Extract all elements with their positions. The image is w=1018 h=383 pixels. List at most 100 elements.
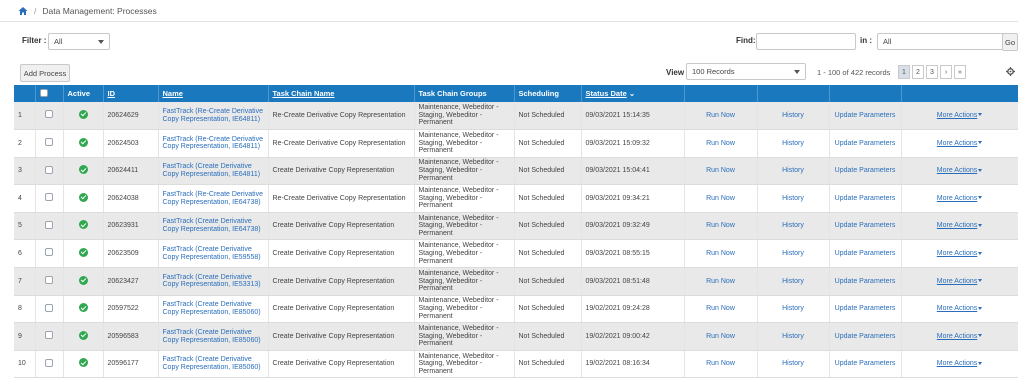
- id-header-link[interactable]: ID: [108, 89, 116, 98]
- row-checkbox[interactable]: [45, 138, 53, 147]
- process-name-link[interactable]: FastTrack (Create Derivative Copy Repres…: [163, 356, 261, 371]
- process-name-link[interactable]: FastTrack (Re-Create Derivative Copy Rep…: [163, 108, 264, 123]
- more-actions-link[interactable]: More Actions: [937, 140, 977, 147]
- update-parameters-link[interactable]: Update Parameters: [835, 140, 896, 147]
- process-name-link[interactable]: FastTrack (Create Derivative Copy Repres…: [163, 274, 261, 289]
- process-id: 20623427: [103, 267, 159, 296]
- update-parameters-link[interactable]: Update Parameters: [835, 222, 896, 229]
- history-cell: History: [757, 267, 830, 296]
- chevron-down-icon: [978, 223, 983, 227]
- history-link[interactable]: History: [782, 278, 804, 285]
- history-link[interactable]: History: [782, 167, 804, 174]
- last-page-button[interactable]: »: [954, 65, 966, 79]
- row-checkbox[interactable]: [45, 165, 53, 174]
- run-now-link[interactable]: Run Now: [706, 167, 735, 174]
- history-link[interactable]: History: [782, 333, 804, 340]
- process-name-link[interactable]: FastTrack (Re-Create Derivative Copy Rep…: [163, 191, 264, 206]
- more-actions-link[interactable]: More Actions: [937, 278, 977, 285]
- find-in-select[interactable]: All: [877, 33, 1016, 50]
- update-parameters-link[interactable]: Update Parameters: [835, 195, 896, 202]
- home-icon[interactable]: [18, 6, 28, 16]
- history-cell: History: [757, 239, 830, 269]
- process-name-cell: FastTrack (Create Derivative Copy Repres…: [158, 322, 269, 351]
- history-link[interactable]: History: [782, 250, 804, 257]
- history-link[interactable]: History: [782, 305, 804, 312]
- page-1-button[interactable]: 1: [898, 65, 910, 79]
- row-checkbox[interactable]: [45, 276, 53, 285]
- task-chain-name-header[interactable]: Task Chain Name: [268, 85, 415, 102]
- filter-select[interactable]: All: [48, 33, 110, 50]
- row-checkbox[interactable]: [45, 331, 53, 340]
- page-2-button[interactable]: 2: [912, 65, 924, 79]
- row-checkbox[interactable]: [45, 358, 53, 367]
- run-now-link[interactable]: Run Now: [706, 305, 735, 312]
- active-check-icon: [78, 192, 88, 202]
- more-actions-cell: More Actions: [901, 184, 1018, 213]
- run-now-link[interactable]: Run Now: [706, 333, 735, 340]
- name-header-link[interactable]: Name: [163, 89, 183, 98]
- run-now-link[interactable]: Run Now: [706, 222, 735, 229]
- row-checkbox[interactable]: [45, 220, 53, 229]
- more-actions-link[interactable]: More Actions: [937, 167, 977, 174]
- task-chain-name-header-link[interactable]: Task Chain Name: [273, 89, 335, 98]
- status-date: 09/03/2021 08:51:48: [581, 267, 685, 296]
- process-name-link[interactable]: FastTrack (Create Derivative Copy Repres…: [163, 163, 261, 178]
- update-parameters-link[interactable]: Update Parameters: [835, 305, 896, 312]
- run-now-link[interactable]: Run Now: [706, 250, 735, 257]
- breadcrumb-current: Data Management: Processes: [42, 5, 157, 16]
- update-parameters-link[interactable]: Update Parameters: [835, 278, 896, 285]
- row-checkbox[interactable]: [45, 303, 53, 312]
- run-now-link[interactable]: Run Now: [706, 112, 735, 119]
- id-header[interactable]: ID: [103, 85, 159, 102]
- process-name-link[interactable]: FastTrack (Create Derivative Copy Repres…: [163, 218, 261, 233]
- table-row: 4 20624038 FastTrack (Re-Create Derivative…: [14, 184, 1018, 213]
- run-now-link[interactable]: Run Now: [706, 360, 735, 367]
- chevron-down-icon: [98, 40, 104, 44]
- process-name-link[interactable]: FastTrack (Create Derivative Copy Repres…: [163, 301, 261, 316]
- row-checkbox[interactable]: [45, 110, 53, 119]
- history-link[interactable]: History: [782, 112, 804, 119]
- history-link[interactable]: History: [782, 195, 804, 202]
- scheduling: Not Scheduled: [514, 129, 582, 158]
- gear-icon[interactable]: [1006, 67, 1015, 76]
- scheduling-header: Scheduling: [514, 85, 582, 102]
- run-now-link[interactable]: Run Now: [706, 140, 735, 147]
- status-date-header-link[interactable]: Status Date: [586, 89, 627, 98]
- select-all-checkbox[interactable]: [39, 88, 48, 97]
- more-actions-link[interactable]: More Actions: [937, 360, 977, 367]
- chevron-down-icon: [978, 306, 983, 310]
- status-date-header[interactable]: Status Date ⌄: [581, 85, 685, 102]
- add-process-button[interactable]: Add Process: [20, 64, 70, 82]
- update-parameters-link[interactable]: Update Parameters: [835, 333, 896, 340]
- name-header[interactable]: Name: [158, 85, 269, 102]
- process-name-link[interactable]: FastTrack (Re-Create Derivative Copy Rep…: [163, 136, 264, 151]
- find-label: Find:: [736, 36, 756, 45]
- row-checkbox[interactable]: [45, 193, 53, 202]
- history-link[interactable]: History: [782, 222, 804, 229]
- more-actions-link[interactable]: More Actions: [937, 333, 977, 340]
- history-link[interactable]: History: [782, 360, 804, 367]
- run-now-link[interactable]: Run Now: [706, 278, 735, 285]
- more-actions-link[interactable]: More Actions: [937, 250, 977, 257]
- more-actions-link[interactable]: More Actions: [937, 112, 977, 119]
- update-parameters-link[interactable]: Update Parameters: [835, 167, 896, 174]
- next-page-button[interactable]: ›: [940, 65, 952, 79]
- page-3-button[interactable]: 3: [926, 65, 938, 79]
- update-parameters-link[interactable]: Update Parameters: [835, 360, 896, 367]
- update-parameters-link[interactable]: Update Parameters: [835, 112, 896, 119]
- process-id: 20624038: [103, 184, 159, 213]
- process-name-link[interactable]: FastTrack (Create Derivative Copy Repres…: [163, 329, 261, 344]
- more-actions-link[interactable]: More Actions: [937, 222, 977, 229]
- run-now-link[interactable]: Run Now: [706, 195, 735, 202]
- find-input[interactable]: [756, 33, 856, 50]
- row-checkbox[interactable]: [45, 248, 53, 257]
- go-button[interactable]: Go: [1002, 33, 1018, 51]
- more-actions-link[interactable]: More Actions: [937, 195, 977, 202]
- more-actions-link[interactable]: More Actions: [937, 305, 977, 312]
- process-name-link[interactable]: FastTrack (Create Derivative Copy Repres…: [163, 246, 261, 261]
- process-id: 20623509: [103, 239, 159, 269]
- row-number: 8: [14, 295, 36, 324]
- view-select[interactable]: 100 Records: [686, 63, 806, 80]
- update-parameters-link[interactable]: Update Parameters: [835, 250, 896, 257]
- history-link[interactable]: History: [782, 140, 804, 147]
